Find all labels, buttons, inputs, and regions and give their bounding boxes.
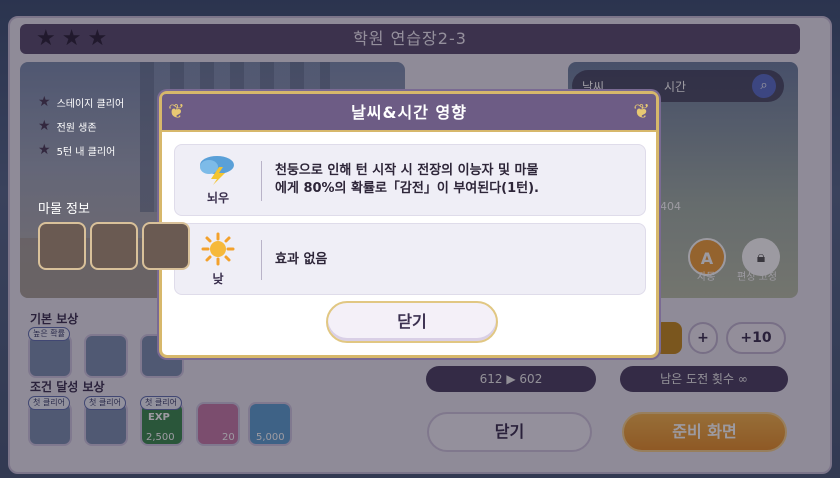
weather-effect-text: 천둥으로 인해 턴 시작 시 전장의 이능자 및 마물 에게 80%의 확률로「… — [275, 162, 539, 198]
weather-time-modal: ❦ ❦ 날씨&시간 영향 뇌우 천둥으로 인해 턴 시작 시 전장의 이능자 및… — [159, 91, 659, 358]
monster-info-label: 마물 정보 — [38, 202, 90, 217]
thunderstorm-icon: 뇌우 — [193, 153, 243, 206]
star-icon: ★ — [38, 94, 51, 110]
mission-item: ★ 5턴 내 클리어 — [38, 142, 115, 158]
mission-label: 전원 생존 — [56, 122, 97, 134]
time-caption: 낮 — [212, 272, 224, 286]
monster-portrait[interactable] — [142, 222, 190, 270]
mission-label: 5턴 내 클리어 — [56, 146, 116, 158]
mission-label: 스테이지 클리어 — [56, 98, 125, 110]
sun-icon: 낮 — [193, 232, 243, 287]
modal-close-button[interactable]: 닫기 — [326, 301, 498, 343]
monster-portrait[interactable] — [38, 222, 86, 270]
effect-line: 천둥으로 인해 턴 시작 시 전장의 이능자 및 마물 — [275, 163, 539, 178]
divider — [261, 161, 262, 201]
effect-line: 에게 80%의 확률로「감전」이 부여된다(1턴). — [275, 181, 540, 196]
modal-title: 날씨&시간 영향 — [351, 103, 467, 122]
time-effect-text: 효과 없음 — [275, 252, 328, 267]
weather-caption: 뇌우 — [206, 191, 230, 205]
mission-item: ★ 전원 생존 — [38, 118, 97, 134]
weather-effect-card: 뇌우 천둥으로 인해 턴 시작 시 전장의 이능자 및 마물 에게 80%의 확… — [174, 144, 646, 216]
mission-item: ★ 스테이지 클리어 — [38, 94, 124, 110]
monster-portrait[interactable] — [90, 222, 138, 270]
star-icon: ★ — [38, 118, 51, 134]
divider — [261, 240, 262, 280]
time-effect-card: 낮 효과 없음 — [174, 223, 646, 295]
star-icon: ★ — [38, 142, 51, 158]
